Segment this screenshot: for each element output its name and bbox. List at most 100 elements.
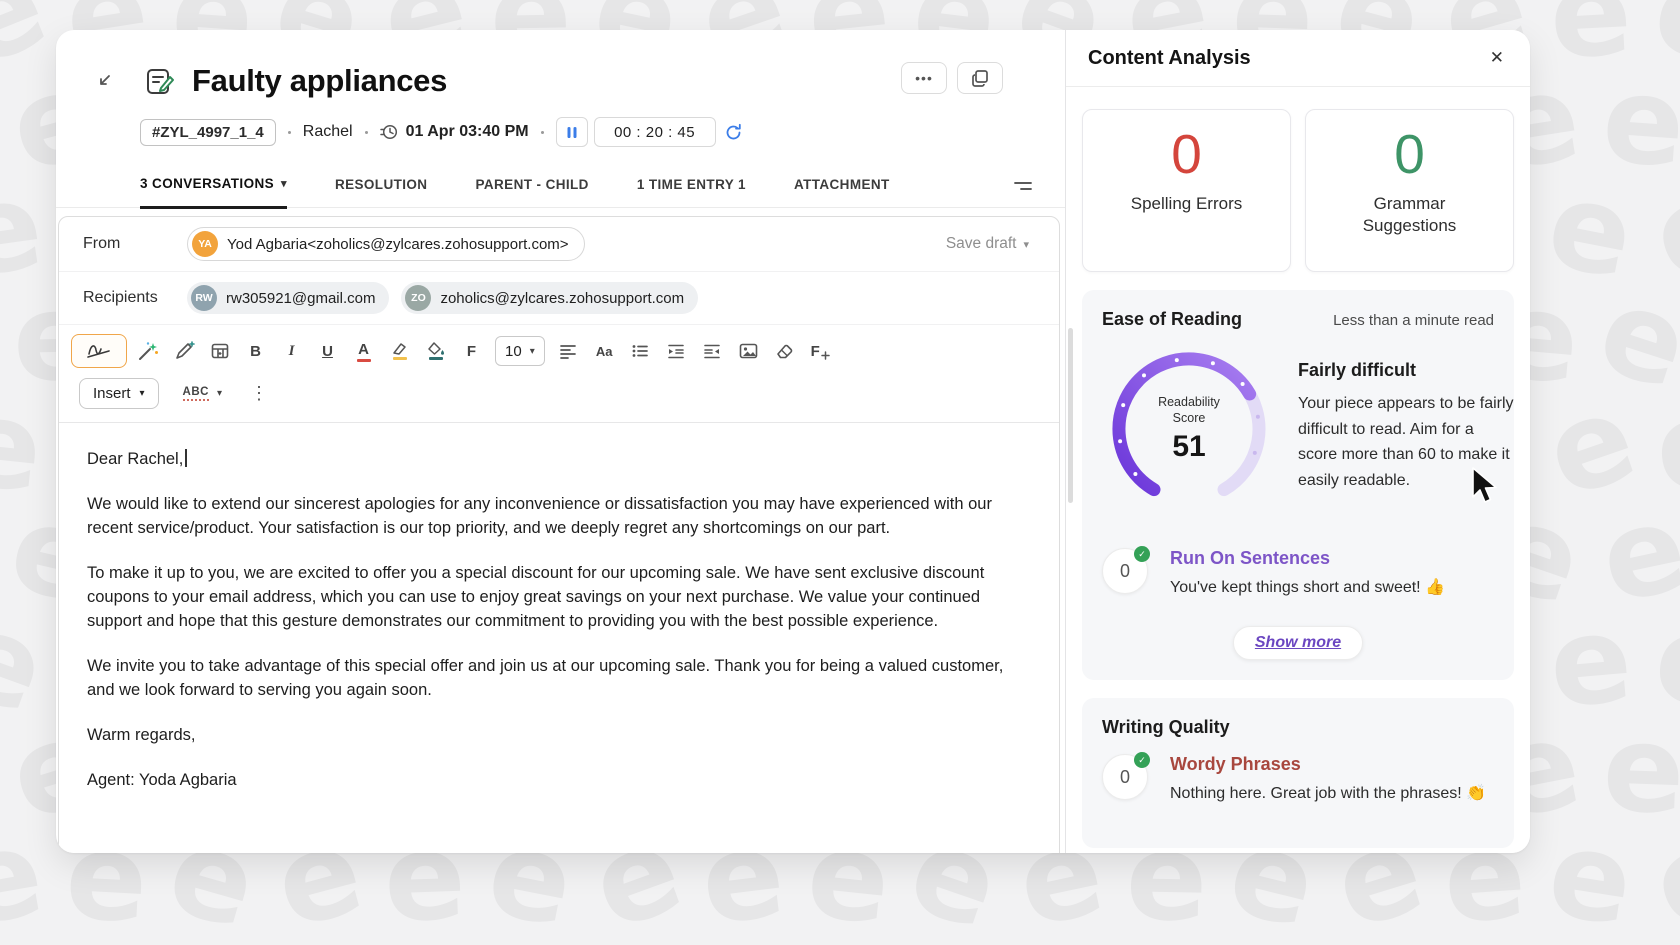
outdent-button[interactable] bbox=[697, 336, 728, 366]
format-toolbar: B I U A F 10 ▾ bbox=[59, 325, 1059, 372]
clear-format-button[interactable] bbox=[769, 336, 800, 366]
tab-attachment[interactable]: ATTACHMENT bbox=[794, 177, 890, 207]
bulleted-list-button[interactable] bbox=[625, 336, 656, 366]
align-button[interactable] bbox=[553, 336, 584, 366]
panel-header: Content Analysis ✕ bbox=[1066, 30, 1530, 87]
readability-verdict: Fairly difficult bbox=[1298, 360, 1514, 381]
list-icon bbox=[630, 342, 650, 360]
recipients-label: Recipients bbox=[83, 289, 187, 307]
chevron-down-icon: ▾ bbox=[217, 388, 222, 399]
font-color-button[interactable]: A bbox=[348, 336, 379, 366]
outdent-icon bbox=[702, 342, 722, 360]
from-address: Yod Agbaria<zoholics@zylcares.zohosuppor… bbox=[227, 236, 569, 253]
more-options-button[interactable]: ••• bbox=[901, 62, 947, 94]
signature-toggle-button[interactable] bbox=[71, 334, 127, 368]
tab-overflow-button[interactable] bbox=[1005, 177, 1039, 195]
spellcheck-button[interactable]: ABC ▾ bbox=[177, 385, 228, 402]
tab-conversations[interactable]: 3 CONVERSATIONS ▾ bbox=[140, 176, 287, 209]
lines-icon bbox=[1011, 178, 1033, 194]
tab-parent-child[interactable]: PARENT - CHILD bbox=[475, 177, 588, 207]
spelling-errors-card[interactable]: 0 Spelling Errors bbox=[1082, 109, 1291, 272]
text-case-button[interactable]: Aa bbox=[589, 336, 620, 366]
tab-label: PARENT - CHILD bbox=[475, 177, 588, 192]
pattern-letter: e bbox=[9, 915, 98, 945]
close-panel-button[interactable]: ✕ bbox=[1486, 44, 1508, 72]
compose-document-icon bbox=[144, 65, 176, 97]
ease-of-reading-card: Ease of Reading Less than a minute read bbox=[1082, 290, 1514, 680]
check-icon: ✓ bbox=[1134, 752, 1150, 768]
field-icon: F bbox=[811, 343, 820, 360]
datetime-text: 01 Apr 03:40 PM bbox=[406, 123, 529, 141]
contact-name: Rachel bbox=[303, 123, 353, 141]
font-size-select[interactable]: 10 ▾ bbox=[495, 336, 545, 366]
recipients-row: Recipients RW rw305921@gmail.com ZO zoho… bbox=[59, 272, 1059, 325]
read-time: Less than a minute read bbox=[1333, 312, 1494, 329]
pen-sparkle-icon bbox=[173, 340, 195, 362]
eraser-icon bbox=[774, 342, 794, 360]
tab-resolution[interactable]: RESOLUTION bbox=[335, 177, 428, 207]
stat-cards: 0 Spelling Errors 0 Grammar Suggestions bbox=[1082, 109, 1514, 272]
save-draft-button[interactable]: Save draft ▾ bbox=[940, 234, 1035, 254]
tab-time-entry[interactable]: 1 TIME ENTRY 1 bbox=[637, 177, 746, 207]
avatar: RW bbox=[191, 285, 217, 311]
panel-scrollbar[interactable] bbox=[1068, 328, 1073, 503]
check-icon: ✓ bbox=[1134, 546, 1150, 562]
recipient-chip[interactable]: ZO zoholics@zylcares.zohosupport.com bbox=[401, 282, 698, 314]
from-row: From YA Yod Agbaria<zoholics@zylcares.zo… bbox=[59, 217, 1059, 272]
rewrite-button[interactable] bbox=[168, 336, 199, 366]
reset-timer-button[interactable] bbox=[722, 121, 745, 144]
tab-label: 1 TIME ENTRY 1 bbox=[637, 177, 746, 192]
more-tools-button[interactable]: ⋮ bbox=[246, 383, 272, 404]
writing-quality-card: Writing Quality 0 ✓ Wordy Phrases Nothin… bbox=[1082, 698, 1514, 848]
ai-assistant-button[interactable] bbox=[132, 336, 163, 366]
more-horizontal-icon: ••• bbox=[915, 70, 933, 86]
italic-button[interactable]: I bbox=[276, 336, 307, 366]
header-actions: ••• bbox=[901, 62, 1003, 94]
avatar: YA bbox=[192, 231, 218, 257]
image-icon bbox=[738, 342, 759, 360]
insert-field-button[interactable]: F bbox=[805, 336, 836, 366]
fill-color-button[interactable] bbox=[420, 336, 451, 366]
email-paragraph: Agent: Yoda Agbaria bbox=[87, 768, 1025, 792]
indent-icon bbox=[666, 342, 686, 360]
recipient-chip[interactable]: RW rw305921@gmail.com bbox=[187, 282, 389, 314]
layers-icon bbox=[970, 68, 990, 88]
show-more-button[interactable]: Show more bbox=[1233, 626, 1363, 660]
chevron-down-icon: ▾ bbox=[281, 177, 287, 190]
readability-description: Your piece appears to be fairly difficul… bbox=[1298, 391, 1514, 493]
separator-dot bbox=[288, 131, 291, 134]
insert-table-button[interactable] bbox=[204, 336, 235, 366]
insert-menu-button[interactable]: Insert ▾ bbox=[79, 378, 159, 409]
run-on-sentences-row: 0 ✓ Run On Sentences You've kept things … bbox=[1102, 548, 1494, 600]
chevron-down-icon: ▾ bbox=[1023, 238, 1029, 251]
tab-label: RESOLUTION bbox=[335, 177, 428, 192]
pause-timer-button[interactable] bbox=[556, 117, 588, 147]
run-on-title[interactable]: Run On Sentences bbox=[1170, 548, 1445, 569]
layers-button[interactable] bbox=[957, 62, 1003, 94]
email-body-editor[interactable]: Dear Rachel, We would like to extend our… bbox=[59, 423, 1059, 823]
underline-button[interactable]: U bbox=[312, 336, 343, 366]
ticket-main: Faulty appliances ••• #ZYL_4997_1_4 Rach… bbox=[56, 30, 1065, 853]
highlight-button[interactable] bbox=[384, 336, 415, 366]
indent-button[interactable] bbox=[661, 336, 692, 366]
content-analysis-panel: Content Analysis ✕ 0 Spelling Errors 0 G… bbox=[1065, 30, 1530, 853]
ticket-window: Faulty appliances ••• #ZYL_4997_1_4 Rach… bbox=[56, 30, 1530, 853]
font-family-button[interactable]: F bbox=[456, 336, 487, 366]
wordy-phrases-title[interactable]: Wordy Phrases bbox=[1170, 754, 1486, 775]
underline-icon: U bbox=[322, 343, 333, 360]
avatar: ZO bbox=[405, 285, 431, 311]
collapse-window-icon[interactable] bbox=[90, 67, 118, 95]
panel-title: Content Analysis bbox=[1088, 47, 1251, 70]
insert-image-button[interactable] bbox=[733, 336, 764, 366]
grammar-suggestions-label: Grammar Suggestions bbox=[1306, 193, 1513, 239]
clock-icon bbox=[380, 123, 398, 141]
save-draft-label: Save draft bbox=[946, 235, 1017, 253]
ticket-id-badge[interactable]: #ZYL_4997_1_4 bbox=[140, 119, 276, 146]
wordy-count-badge: 0 ✓ bbox=[1102, 754, 1148, 800]
bold-icon: B bbox=[250, 343, 261, 360]
grammar-suggestions-card[interactable]: 0 Grammar Suggestions bbox=[1305, 109, 1514, 272]
from-address-chip[interactable]: YA Yod Agbaria<zoholics@zylcares.zohosup… bbox=[187, 227, 585, 261]
email-composer: From YA Yod Agbaria<zoholics@zylcares.zo… bbox=[58, 216, 1060, 853]
dots-vertical-icon: ⋮ bbox=[250, 383, 268, 403]
bold-button[interactable]: B bbox=[240, 336, 271, 366]
